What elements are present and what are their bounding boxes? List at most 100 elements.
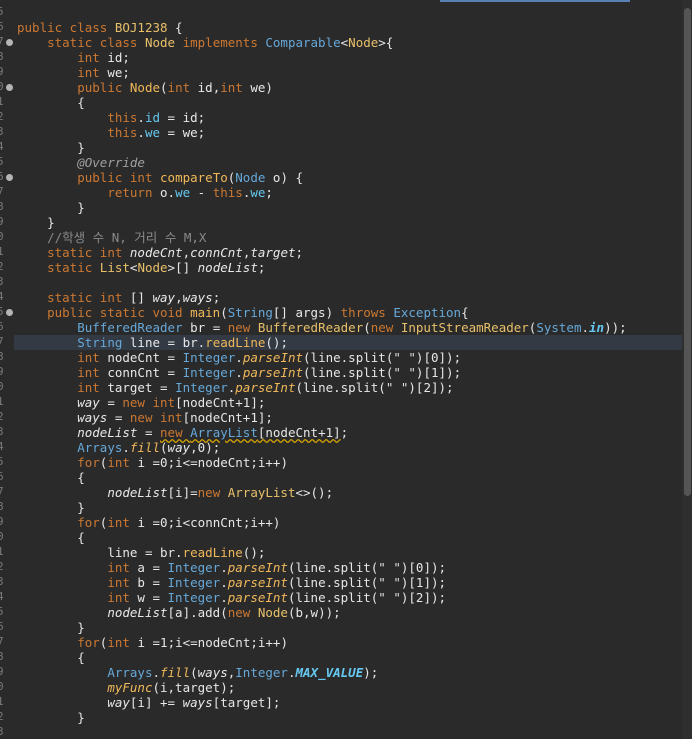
code-token: ,: [190, 440, 198, 455]
code-line[interactable]: public int compareTo(Node o) {: [17, 170, 303, 185]
code-line[interactable]: int nodeCnt = Integer.parseInt(line.spli…: [17, 350, 461, 365]
fold-marker-icon[interactable]: [6, 174, 13, 181]
code-line[interactable]: static int [] way,ways;: [17, 290, 220, 305]
code-line[interactable]: Arrays.fill(way,0);: [17, 440, 220, 455]
fold-marker-icon[interactable]: [6, 84, 13, 91]
code-token: we: [144, 125, 161, 140]
scrollbar-thumb[interactable]: [684, 8, 691, 496]
code-line[interactable]: line = br.readLine();: [17, 545, 265, 560]
code-line[interactable]: int we;: [17, 65, 130, 80]
code-line[interactable]: int w = Integer.parseInt(line.split(" ")…: [17, 590, 446, 605]
code-line[interactable]: static class Node implements Comparable<…: [17, 35, 393, 50]
code-line[interactable]: }: [17, 710, 85, 725]
code-line[interactable]: {: [17, 470, 85, 485]
code-token: int: [107, 515, 138, 530]
code-line[interactable]: this.we = we;: [17, 125, 205, 140]
code-token: Node: [137, 260, 168, 275]
code-line[interactable]: way = new int[nodeCnt+1];: [17, 395, 265, 410]
fold-marker-icon[interactable]: [6, 309, 13, 316]
code-token: o: [160, 185, 168, 200]
code-token: ;: [122, 65, 130, 80]
code-token: ): [325, 305, 341, 320]
code-line[interactable]: public class BOJ1238 {: [17, 20, 183, 35]
code-line[interactable]: int b = Integer.parseInt(line.split(" ")…: [17, 575, 446, 590]
code-token: .: [152, 665, 160, 680]
code-line[interactable]: int target = Integer.parseInt(line.split…: [17, 380, 453, 395]
code-token: int: [77, 350, 108, 365]
code-token: BufferedReader: [257, 320, 364, 335]
code-line[interactable]: this.id = id;: [17, 110, 205, 125]
active-tab-indicator: [440, 0, 630, 2]
code-line[interactable]: }: [17, 200, 85, 215]
code-line[interactable]: }: [17, 140, 85, 155]
code-line[interactable]: {: [17, 95, 85, 110]
code-line[interactable]: return o.we - this.we;: [17, 185, 273, 200]
code-line[interactable]: }: [17, 500, 85, 515]
code-token: .: [220, 590, 228, 605]
code-token: ways: [182, 290, 213, 305]
code-line[interactable]: static int nodeCnt,connCnt,target;: [17, 245, 303, 260]
code-line[interactable]: nodeList = new ArrayList[nodeCnt+1];: [17, 425, 348, 440]
code-line[interactable]: BufferedReader br = new BufferedReader(n…: [17, 320, 626, 335]
code-token: target: [107, 380, 153, 395]
code-line[interactable]: int a = Integer.parseInt(line.split(" ")…: [17, 560, 446, 575]
line-number: 4: [0, 290, 4, 303]
code-line[interactable]: int id;: [17, 50, 130, 65]
code-token: " ": [378, 590, 401, 605]
code-token: ]);: [423, 590, 447, 605]
code-line[interactable]: for(int i =0;i<connCnt;i++): [17, 515, 280, 530]
code-token: int: [220, 80, 251, 95]
code-line[interactable]: myFunc(i,target);: [17, 680, 235, 695]
code-token: nodeList: [197, 260, 258, 275]
code-line[interactable]: //학생 수 N, 거리 수 M,X: [17, 230, 206, 245]
code-line[interactable]: for(int i =0;i<=nodeCnt;i++): [17, 455, 288, 470]
code-token: static int: [47, 290, 130, 305]
code-token: args: [295, 305, 326, 320]
code-token: }: [17, 200, 85, 215]
code-line[interactable]: @Override: [17, 155, 145, 170]
code-token: =: [160, 110, 183, 125]
code-line[interactable]: public Node(int id,int we): [17, 80, 273, 95]
line-number: 3: [0, 125, 4, 138]
code-line[interactable]: for(int i =1;i<=nodeCnt;i++): [17, 635, 288, 650]
code-line[interactable]: Arrays.fill(ways,Integer.MAX_VALUE);: [17, 665, 378, 680]
code-line[interactable]: way[i] += ways[target];: [17, 695, 280, 710]
code-token: )[: [415, 350, 431, 365]
code-token: (line.split(: [295, 380, 386, 395]
code-line[interactable]: }: [17, 620, 85, 635]
code-token: )[: [400, 590, 416, 605]
code-line[interactable]: nodeList[a].add(new Node(b,w));: [17, 605, 340, 620]
vertical-scrollbar[interactable]: [682, 0, 692, 739]
line-number: 9: [0, 65, 4, 78]
line-number: 6: [0, 620, 4, 633]
code-token: =: [137, 425, 161, 440]
code-line[interactable]: {: [17, 530, 85, 545]
code-token: static: [47, 260, 100, 275]
code-token: we: [250, 80, 266, 95]
code-line[interactable]: String line = br.readLine();: [14, 335, 685, 350]
code-token: );: [363, 665, 379, 680]
code-line[interactable]: }: [17, 215, 55, 230]
fold-marker-icon[interactable]: [6, 39, 13, 46]
code-line[interactable]: static List<Node>[] nodeList;: [17, 260, 265, 275]
code-line[interactable]: public static void main(String[] args) t…: [17, 305, 469, 320]
editor-top-bar: [0, 0, 692, 7]
line-number: 7: [0, 635, 4, 648]
code-token: fill: [160, 665, 191, 680]
code-token: connCnt: [107, 365, 161, 380]
code-line[interactable]: ways = new int[nodeCnt+1];: [17, 410, 273, 425]
code-editor[interactable]: 5678901234567890123456789012345678901234…: [0, 0, 692, 739]
code-token: int: [77, 65, 108, 80]
line-number: 7: [0, 485, 4, 498]
code-line[interactable]: {: [17, 650, 85, 665]
code-token: =: [107, 410, 130, 425]
code-line[interactable]: int connCnt = Integer.parseInt(line.spli…: [17, 365, 461, 380]
line-number: 5: [0, 155, 4, 168]
line-number: 8: [0, 650, 4, 663]
code-line[interactable]: nodeList[i]=new ArrayList<>();: [17, 485, 333, 500]
